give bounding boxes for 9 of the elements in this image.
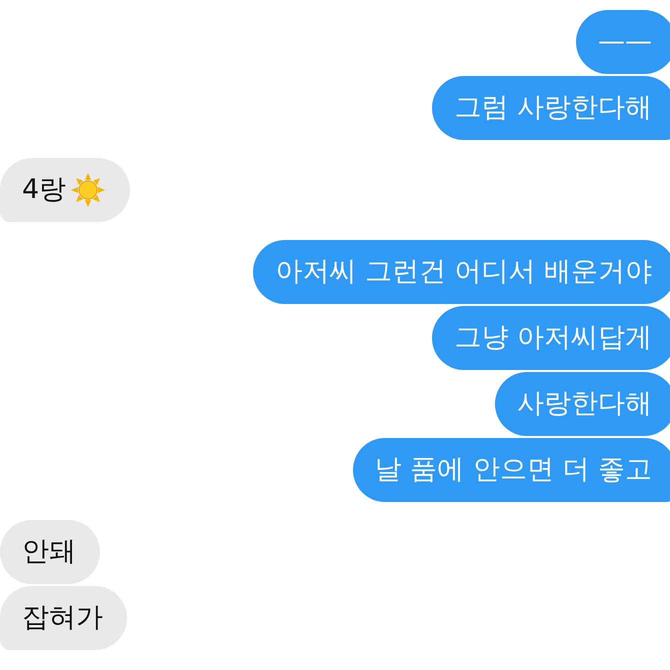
message-text: —— — [598, 24, 652, 59]
message-text: 잡혀가 — [22, 600, 103, 635]
message-text: 날 품에 안으면 더 좋고 — [374, 452, 652, 487]
message-text: 안돼 — [22, 534, 76, 569]
message-text: 사랑한다해 — [517, 386, 652, 421]
message-text: 4랑 — [22, 172, 66, 207]
message-text: 그럼 사랑한다해 — [454, 90, 652, 125]
message-text: 그냥 아저씨답게 — [454, 320, 652, 355]
message-text: 아저씨 그런건 어디서 배운거야 — [275, 254, 652, 289]
